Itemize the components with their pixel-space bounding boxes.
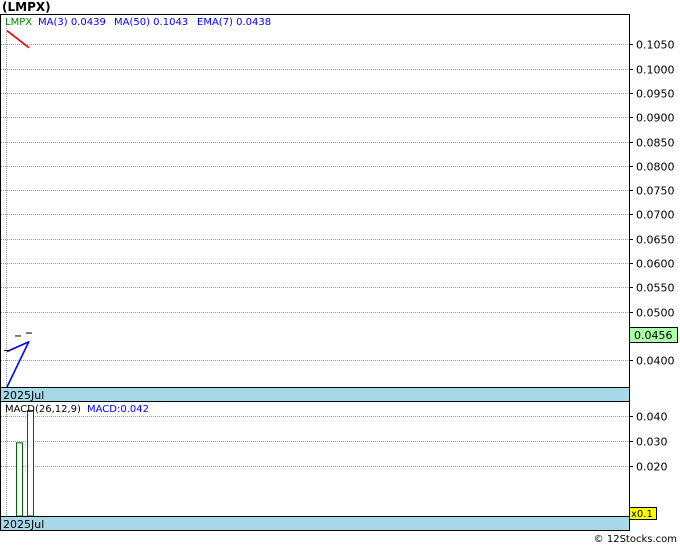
footer-credit: © 12Stocks.com xyxy=(593,534,677,545)
price-y-tick-label: 0.0400 xyxy=(636,355,675,368)
legend-symbol: LMPX xyxy=(5,17,32,28)
macd-y-tick-label: 0.030 xyxy=(636,436,668,449)
price-legend: LMPX MA(3) 0.0439 MA(50) 0.1043 EMA(7) 0… xyxy=(5,17,271,28)
price-y-tick-label: 0.0600 xyxy=(636,258,675,271)
macd-y-tick-label: 0.020 xyxy=(636,461,668,474)
macd-bar xyxy=(27,409,34,517)
price-y-tick-label: 0.1000 xyxy=(636,64,675,77)
macd-date-band xyxy=(0,516,630,531)
macd-y-tick-label: 0.040 xyxy=(636,411,668,424)
price-date-band xyxy=(0,387,630,402)
macd-bar xyxy=(16,442,23,517)
macd-legend-value: MACD:0.042 xyxy=(87,404,149,415)
price-y-tick-label: 0.0550 xyxy=(636,282,675,295)
macd-legend-label: MACD(26,12,9) xyxy=(5,404,81,415)
price-y-tick-label: 0.0850 xyxy=(636,137,675,150)
multiplier-label: x0.1 xyxy=(631,509,653,520)
price-y-tick-label: 0.0500 xyxy=(636,307,675,320)
legend-ma3: MA(3) 0.0439 xyxy=(38,17,106,28)
price-y-tick-label: 0.0800 xyxy=(636,161,675,174)
price-x-tick-label: 2025Jul xyxy=(3,389,44,402)
legend-ma50: MA(50) 0.1043 xyxy=(114,17,188,28)
price-panel-frame xyxy=(0,14,630,402)
price-y-tick-label: 0.0750 xyxy=(636,185,675,198)
price-y-tick-label: 0.0950 xyxy=(636,88,675,101)
last-price-label: 0.0456 xyxy=(634,329,673,342)
price-y-axis: 0.1050 0.1000 0.0950 0.0900 0.0850 0.0800 0.07… xyxy=(629,39,675,368)
stock-chart: 0.1050 0.1000 0.0950 0.0900 0.0850 0.0800 0.07… xyxy=(0,14,678,531)
price-y-tick-label: 0.0650 xyxy=(636,234,675,247)
macd-x-tick-label: 2025Jul xyxy=(3,518,44,531)
price-y-tick-label: 0.1050 xyxy=(636,39,675,52)
macd-y-axis: 0.040 0.030 0.020 xyxy=(629,411,668,474)
price-y-tick-label: 0.0900 xyxy=(636,112,675,125)
price-y-tick-label: 0.0700 xyxy=(636,209,675,222)
macd-legend: MACD(26,12,9) MACD:0.042 xyxy=(5,404,149,415)
legend-ema7: EMA(7) 0.0438 xyxy=(197,17,271,28)
